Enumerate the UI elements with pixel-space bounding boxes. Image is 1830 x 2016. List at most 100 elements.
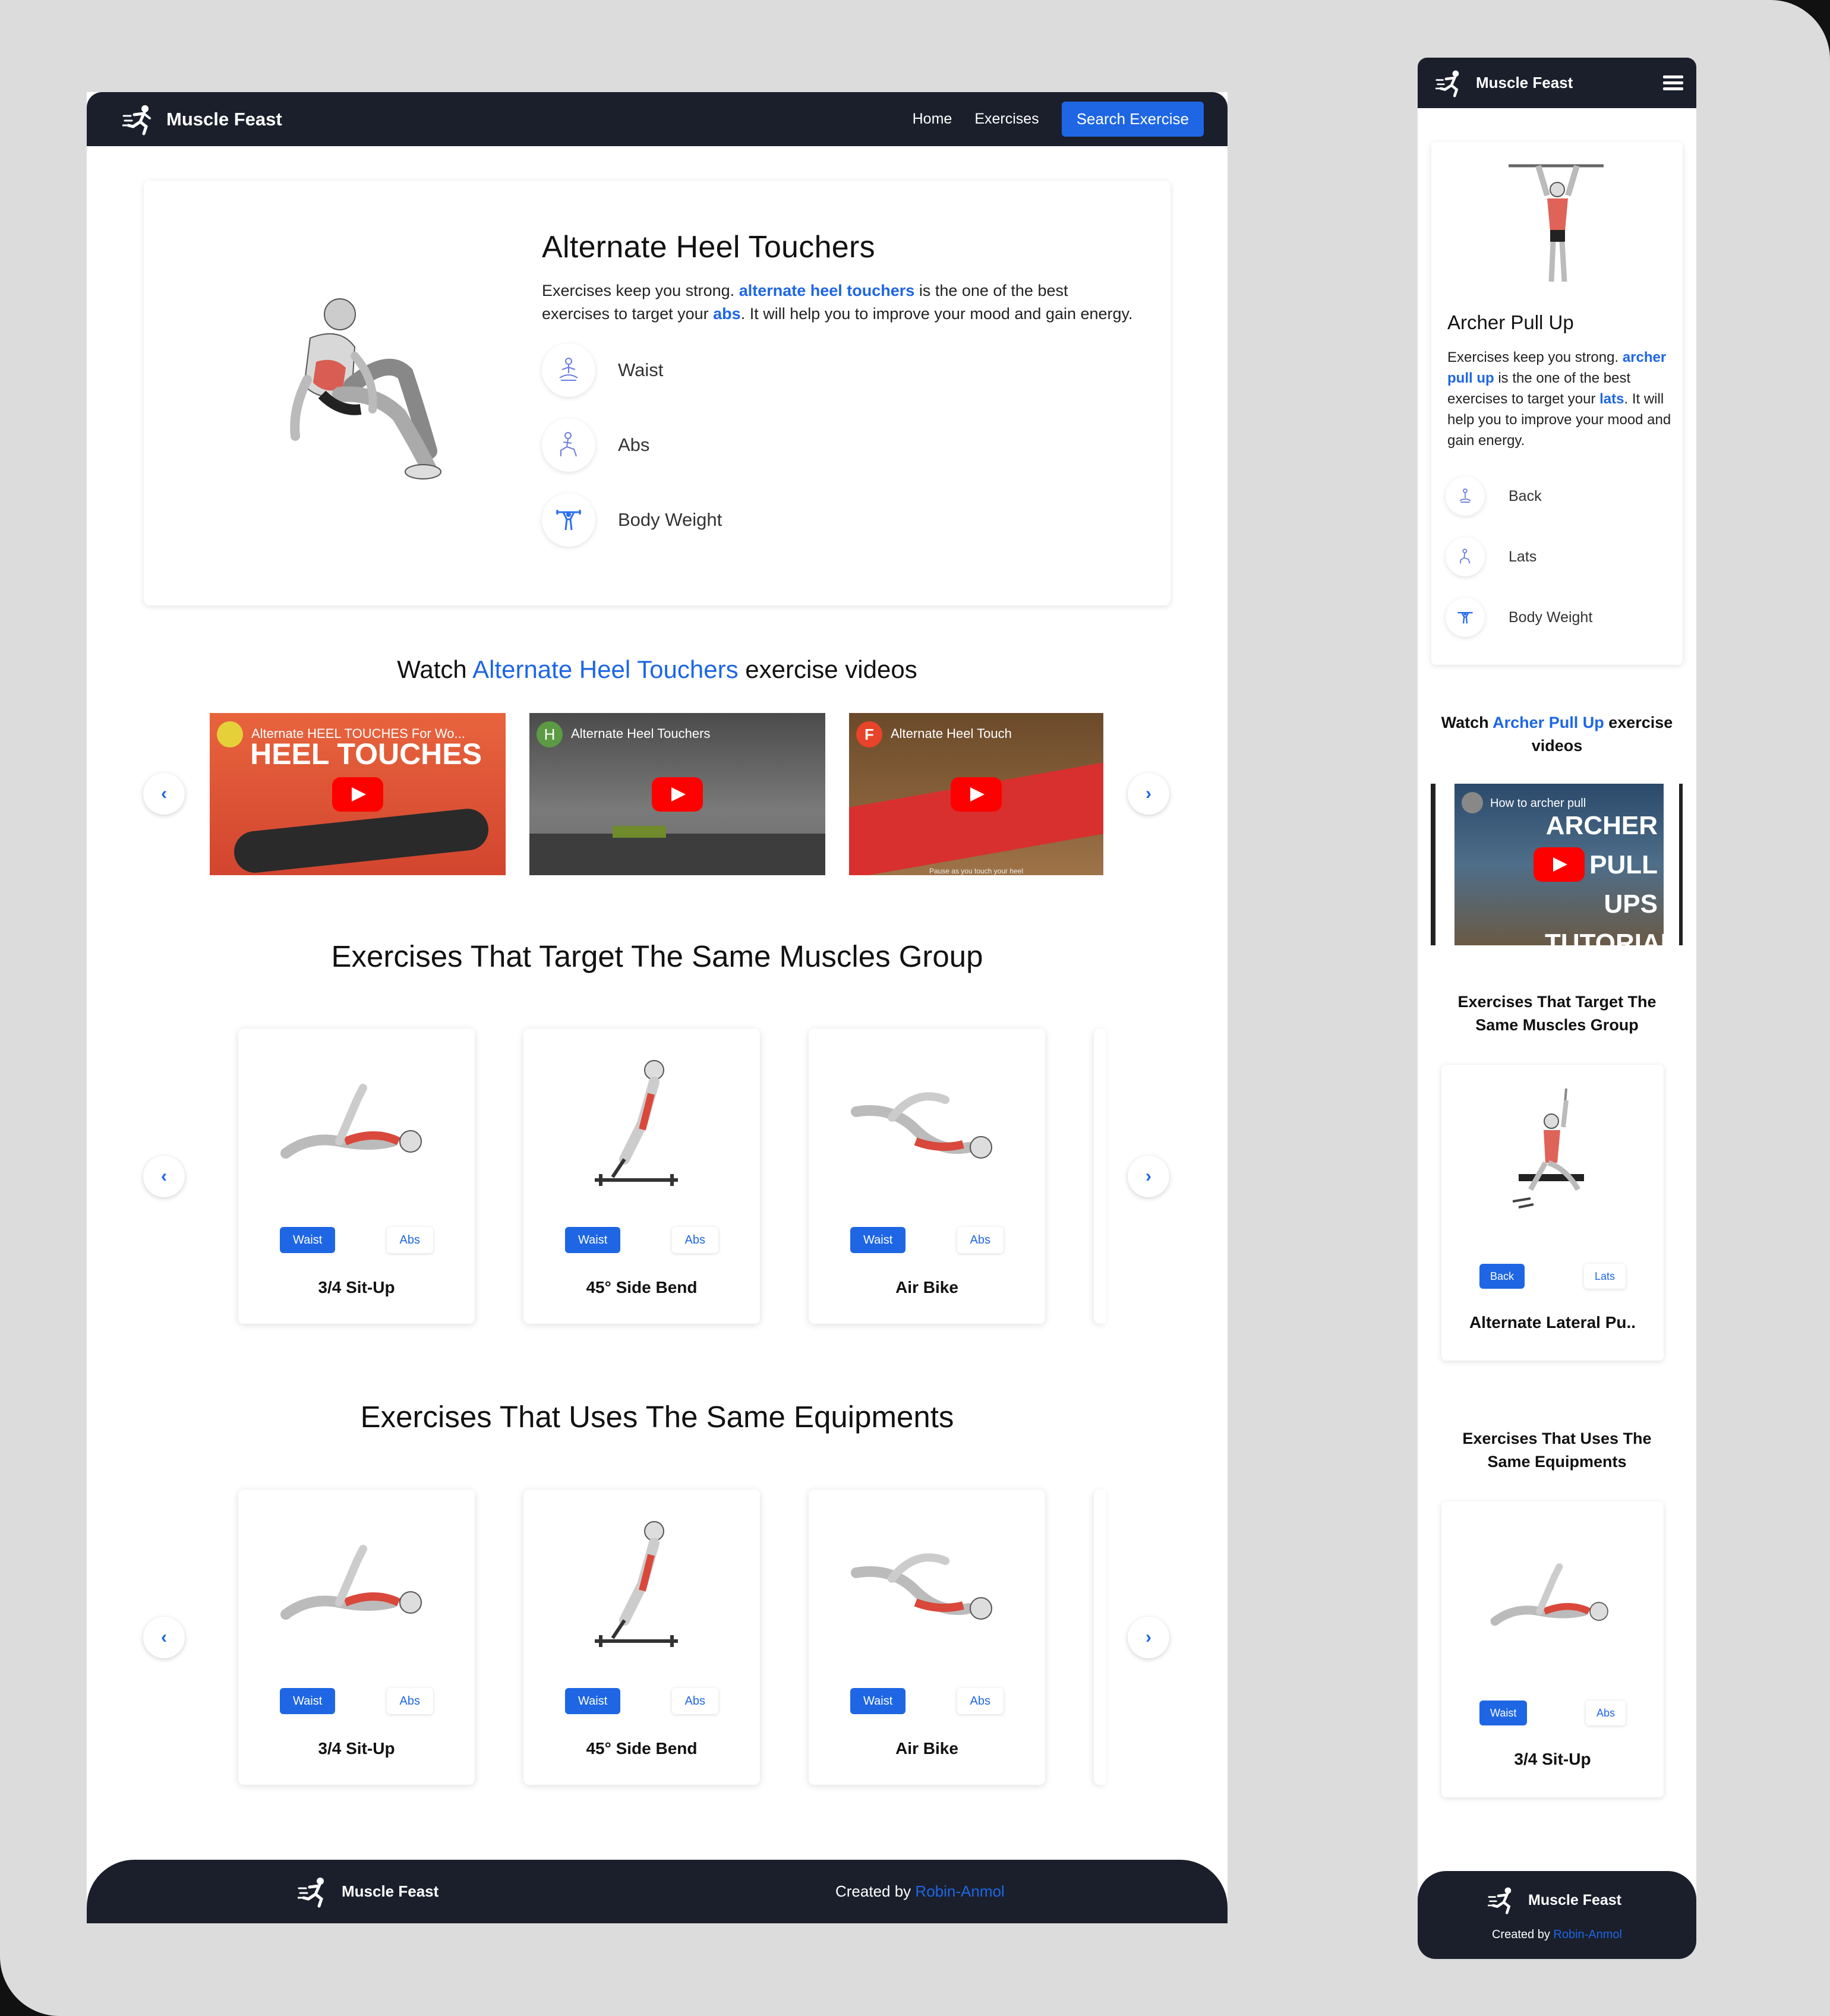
hamburger-menu-icon[interactable] [1663,75,1683,91]
exercise-thumbnail [1490,1563,1608,1626]
exercise-card-title: Air Bike [895,1278,958,1296]
channel-avatar [217,721,243,747]
next-card-peek [1094,1490,1106,1785]
author-link[interactable]: Robin-Anmol [1553,1928,1622,1941]
same-muscles-heading: Exercises That Target The Same Muscles G… [331,939,983,973]
running-man-logo-icon [1435,70,1459,97]
footer-brand[interactable]: Muscle Feast [298,1875,438,1908]
exercise-title: Archer Pull Up [1447,311,1574,333]
abs-tag[interactable]: Abs [1585,1700,1626,1725]
abs-tag[interactable]: Abs [386,1688,433,1714]
navbar: Muscle Feast Home Exercises Search Exerc… [87,92,1228,146]
lats-tag[interactable]: Lats [1583,1264,1626,1289]
exercise-card-title: Air Bike [895,1739,958,1758]
exercise-illustration [290,298,441,479]
exercise-detail-card: Alternate Heel Touchers Exercises keep y… [144,181,1170,605]
muscles-next-button[interactable]: › [1128,1156,1169,1197]
youtube-play-icon[interactable] [332,777,383,812]
tag-label: Lats [1509,548,1537,565]
muscles-prev-button[interactable]: ‹ [143,1156,185,1197]
exercise-card-title: 3/4 Sit-Up [318,1739,395,1758]
target-muscle-link[interactable]: abs [713,305,741,323]
videos-next-button[interactable]: › [1128,773,1169,815]
exercise-card[interactable]: Waist Abs 45° Side Bend [523,1490,760,1785]
nav-exercises-link[interactable]: Exercises [974,111,1039,128]
exercise-card[interactable]: Waist Abs 3/4 Sit-Up [1441,1501,1664,1797]
abs-tag[interactable]: Abs [957,1227,1004,1253]
videos-prev-button[interactable]: ‹ [143,773,185,815]
youtube-play-icon[interactable] [951,777,1002,812]
equipment-tag: Body Weight [1446,598,1592,637]
target-tag: Abs [542,418,1136,472]
exercise-card-title: 3/4 Sit-Up [318,1278,395,1296]
desktop-page: Muscle Feast Home Exercises Search Exerc… [87,92,1228,1923]
exercise-name-link[interactable]: alternate heel touchers [739,282,915,299]
exercise-card-title: 3/4 Sit-Up [1514,1750,1591,1768]
waist-tag[interactable]: Waist [280,1227,336,1253]
channel-avatar: F [856,721,882,747]
search-exercise-button[interactable]: Search Exercise [1061,102,1204,137]
tag-label: Abs [618,434,650,455]
target-muscle-link[interactable]: lats [1599,391,1624,407]
exercise-card[interactable]: Waist Abs Air Bike [809,1028,1045,1324]
exercise-thumbnail [851,1092,992,1159]
video-thumbnail[interactable]: H Alternate Heel Touchers [529,713,825,875]
running-man-logo-icon [298,1877,324,1907]
mobile-navbar: Muscle Feast [1418,58,1696,108]
nav-home-link[interactable]: Home [913,111,952,128]
video-thumbnail[interactable]: Alternate HEEL TOUCHES For Wo... HEEL TO… [210,713,506,875]
video-thumbnail[interactable]: How to archer pull ARCHER PULL UPS TUTOR… [1454,784,1664,945]
exercise-description: Exercises keep you strong. archer pull u… [1447,349,1671,449]
abs-tag[interactable]: Abs [671,1227,718,1253]
exercise-thumbnail [595,1060,678,1186]
tag-label: Body Weight [1509,608,1593,626]
abs-tag[interactable]: Abs [386,1227,433,1253]
back-tag[interactable]: Back [1479,1264,1525,1289]
exercise-thumbnail [280,1545,422,1620]
waist-tag[interactable]: Waist [280,1688,336,1714]
brand-name: Muscle Feast [1528,1891,1622,1908]
body-part-tag: Back [1446,477,1542,516]
brand-link[interactable]: Muscle Feast [122,103,282,136]
youtube-play-icon[interactable] [652,777,703,812]
brand-name: Muscle Feast [166,108,282,130]
exercise-card[interactable]: Waist Abs 45° Side Bend [523,1028,760,1324]
channel-avatar [1462,792,1483,813]
exercise-illustration [1509,164,1604,282]
channel-avatar: H [537,721,563,747]
brand-link[interactable]: Muscle Feast [1435,68,1573,98]
mobile-page: Muscle Feast Archer Pull Up Exercises ke… [1418,58,1696,1959]
video-caption: Pause as you touch your heel [929,867,1024,875]
waist-tag[interactable]: Waist [565,1688,621,1714]
exercise-card[interactable]: Waist Abs 3/4 Sit-Up [238,1490,475,1785]
waist-tag[interactable]: Waist [850,1688,906,1714]
exercise-thumbnail [1512,1089,1584,1209]
youtube-play-icon[interactable] [1534,847,1585,882]
meditation-icon [1446,477,1485,516]
target-tag: Lats [1446,537,1536,576]
running-man-logo-icon [1488,1887,1512,1914]
footer: Muscle Feast Created by Robin-Anmol [87,1860,1228,1923]
video-thumbnail[interactable]: F Alternate Heel Touch Pause as you touc… [849,713,1103,875]
equipment-next-button[interactable]: › [1128,1617,1169,1658]
abs-tag[interactable]: Abs [957,1688,1004,1714]
equipment-prev-button[interactable]: ‹ [143,1617,185,1658]
exercise-card[interactable]: Waist Abs 3/4 Sit-Up [238,1028,475,1324]
footer-brand[interactable]: Muscle Feast [1488,1885,1621,1915]
same-equipment-heading: Exercises That Uses The Same Equipments [360,1400,954,1434]
exercise-card[interactable]: Back Lats Alternate Lateral Pu.. [1441,1065,1664,1361]
device-frame-corner [0,1951,65,2016]
author-link[interactable]: Robin-Anmol [915,1882,1004,1900]
lunge-icon [542,418,595,472]
running-man-logo-icon [122,105,151,135]
video-overlay-text: HEEL TOUCHES [250,737,482,771]
waist-tag[interactable]: Waist [565,1227,621,1253]
waist-tag[interactable]: Waist [1479,1700,1528,1725]
abs-tag[interactable]: Abs [671,1688,718,1714]
same-equipment-heading: Exercises That Uses The Same Equipments [1462,1430,1652,1471]
videos-heading: Watch Alternate Heel Touchers exercise v… [397,655,917,683]
exercise-card[interactable]: Waist Abs Air Bike [809,1490,1045,1785]
waist-tag[interactable]: Waist [850,1227,906,1253]
next-card-peek [1094,1028,1106,1324]
exercise-thumbnail [280,1084,422,1159]
